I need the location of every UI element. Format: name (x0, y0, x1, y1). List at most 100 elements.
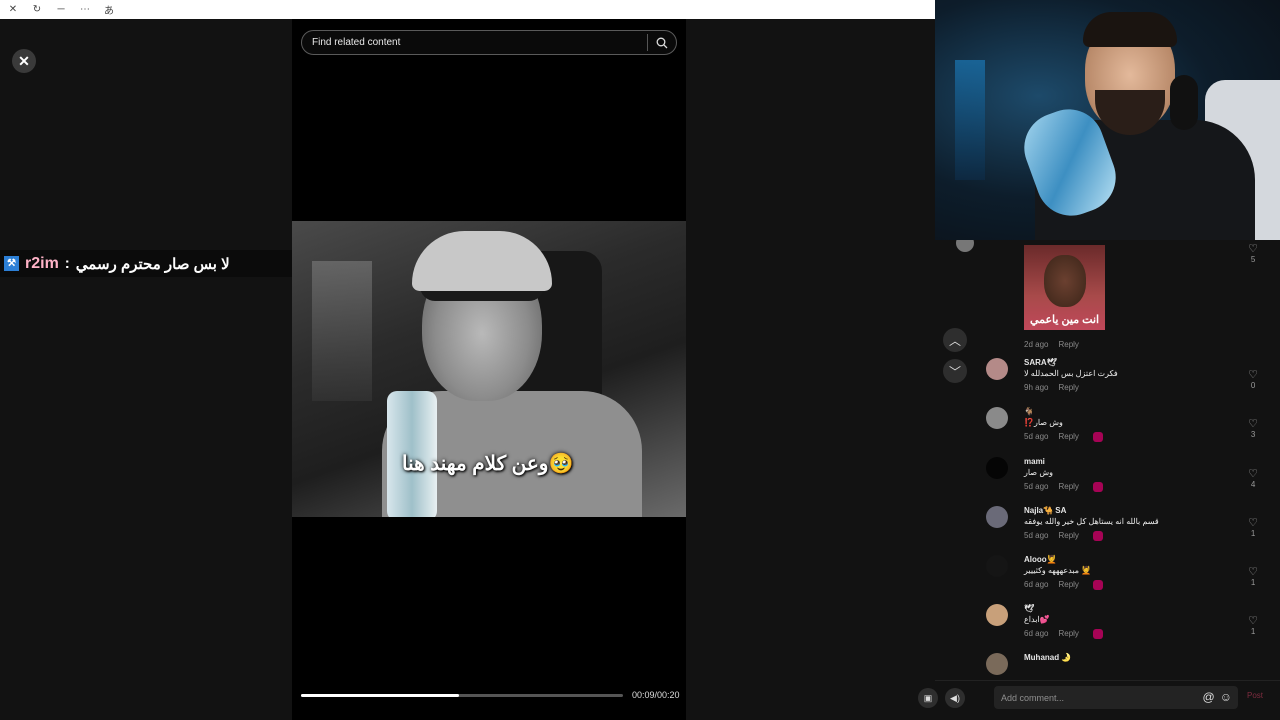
like-button[interactable]: ♡ 5 (1248, 242, 1258, 264)
comment-item: Muhanad 🌛 (986, 653, 1274, 675)
comment-meta: 6d ago Reply (1024, 580, 1274, 590)
like-count: 0 (1250, 381, 1256, 390)
comment-meta: 2d ago Reply (1024, 340, 1079, 349)
heart-icon: ♡ (1248, 418, 1258, 430)
avatar (986, 506, 1008, 528)
bookmark-icon: ▣ (923, 692, 933, 703)
heart-icon: ♡ (1248, 369, 1258, 381)
avatar (986, 555, 1008, 577)
comment-meme-image[interactable]: انت مين ياعمي (1024, 245, 1105, 330)
like-count: 1 (1250, 627, 1256, 636)
next-video-button[interactable]: ﹀ (943, 359, 967, 383)
meme-face (1044, 255, 1086, 307)
chat-overlay-banner: ⚒ r2im : لا بس صار محترم رسمي (0, 250, 292, 277)
more-icon[interactable]: ⋯ (78, 4, 92, 15)
comment-time: 5d ago (1024, 432, 1049, 441)
search-bar[interactable]: Find related content (301, 30, 677, 55)
comment-input[interactable]: Add comment... @ ☺ (994, 686, 1238, 709)
avatar (986, 457, 1008, 479)
emoji-icon[interactable]: ☺ (1220, 690, 1232, 704)
save-button[interactable]: ▣ (918, 688, 938, 708)
search-input[interactable]: Find related content (302, 37, 647, 48)
comment-time: 9h ago (1024, 383, 1049, 392)
meme-caption: انت مين ياعمي (1029, 314, 1100, 326)
comment-time: 6d ago (1024, 629, 1049, 638)
comment-time: 5d ago (1024, 482, 1049, 491)
webcam-headset (1170, 75, 1198, 130)
comment-text: قسم بالله انه يستاهل كل خير والله يوفقه (1024, 517, 1159, 526)
like-count: 5 (1250, 255, 1256, 264)
heart-icon: ♡ (1248, 615, 1258, 627)
reply-button[interactable]: Reply (1058, 432, 1078, 442)
chat-separator: : (64, 255, 70, 272)
like-button[interactable]: ♡ 1 (1248, 614, 1258, 636)
comment-text: وش صار⁉️ (1024, 418, 1063, 427)
comment-item: Alooo💆 💆 مبدعهههه وكثييير 6d ago Reply ♡… (986, 555, 1274, 590)
previous-video-button[interactable]: ︿ (943, 328, 967, 352)
comment-text: 💆 مبدعهههه وكثييير (1024, 566, 1092, 575)
refresh-icon[interactable]: ↻ (30, 4, 44, 15)
close-icon[interactable]: ✕ (6, 4, 20, 15)
comment-meta: 6d ago Reply (1024, 629, 1274, 639)
video-time: 00:09/00:20 (632, 690, 680, 700)
comment-time: 6d ago (1024, 580, 1049, 589)
chat-message: لا بس صار محترم رسمي (75, 255, 230, 273)
like-count: 3 (1250, 430, 1256, 439)
comment-username: Najla🐪 SA (1024, 506, 1067, 515)
mention-icon[interactable]: @ (1203, 690, 1215, 704)
comment-item: 🕊 💕ابداع 6d ago Reply ♡ 1 (986, 604, 1274, 639)
streamer-webcam (935, 0, 1280, 240)
translate-icon[interactable]: あ (102, 2, 116, 17)
like-button[interactable]: ♡ 1 (1248, 565, 1258, 587)
creator-reaction-icon (1092, 580, 1103, 590)
comment-username: SARA🕊 (1024, 358, 1057, 367)
webcam-person-hair (1083, 12, 1177, 47)
like-button[interactable]: ♡ 4 (1248, 467, 1258, 489)
avatar (986, 604, 1008, 626)
reply-button[interactable]: Reply (1058, 340, 1078, 349)
comment-meta: 5d ago Reply (1024, 432, 1274, 442)
like-button[interactable]: ♡ 0 (1248, 368, 1258, 390)
heart-icon: ♡ (1248, 243, 1258, 255)
video-frame[interactable]: وعن كلام مهند هنا🥹 (292, 221, 686, 517)
reply-button[interactable]: Reply (1058, 482, 1078, 492)
comment-item: 🐐 وش صار⁉️ 5d ago Reply ♡ 3 (986, 407, 1274, 442)
comment-username: 🐐 (1024, 407, 1034, 416)
reply-button[interactable]: Reply (1058, 629, 1078, 639)
avatar (956, 240, 974, 252)
avatar (986, 407, 1008, 429)
browser-top-bar: ✕ ↻ ─ ⋯ あ (0, 0, 935, 19)
comment-time: 5d ago (1024, 531, 1049, 540)
reply-button[interactable]: Reply (1058, 580, 1078, 590)
volume-icon: ◀) (950, 692, 960, 703)
comment-text: فكرت اعتزل بس الحمدلله لا (1024, 369, 1118, 378)
chevron-up-icon: ︿ (948, 333, 961, 348)
comment-time: 2d ago (1024, 340, 1049, 349)
creator-reaction-icon (1092, 482, 1103, 492)
chevron-down-icon: ﹀ (948, 364, 961, 379)
avatar (986, 358, 1008, 380)
video-caption: وعن كلام مهند هنا🥹 (402, 453, 574, 475)
like-count: 1 (1250, 529, 1256, 538)
comment-text: وش صار (1024, 468, 1053, 477)
comment-meta: 5d ago Reply (1024, 482, 1274, 492)
minimize-icon[interactable]: ─ (54, 4, 68, 15)
reply-button[interactable]: Reply (1058, 531, 1078, 541)
like-button[interactable]: ♡ 1 (1248, 516, 1258, 538)
comment-meta: 5d ago Reply (1024, 531, 1274, 541)
close-viewer-button[interactable]: ✕ (12, 49, 36, 73)
like-button[interactable]: ♡ 3 (1248, 417, 1258, 439)
comments-panel: ︿ ﹀ انت مين ياعمي 2d ago Reply ♡ 5 SARA🕊… (935, 240, 1280, 680)
video-progress-bar[interactable] (301, 694, 623, 697)
video-progress-fill (301, 694, 459, 697)
comment-username: Muhanad 🌛 (1024, 653, 1072, 662)
avatar (986, 653, 1008, 675)
chat-username: r2im (25, 254, 59, 272)
volume-button[interactable]: ◀) (945, 688, 965, 708)
comment-meta: 9h ago Reply (1024, 383, 1274, 392)
search-icon[interactable] (648, 37, 676, 49)
reply-button[interactable]: Reply (1058, 383, 1078, 392)
comment-input-placeholder: Add comment... (1001, 692, 1065, 703)
creator-reaction-icon (1092, 432, 1103, 442)
post-button[interactable]: Post (1247, 691, 1263, 700)
